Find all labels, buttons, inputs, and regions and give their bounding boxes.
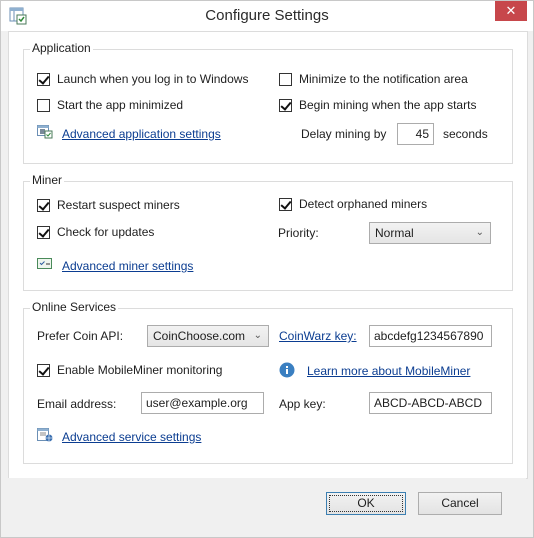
checkbox-label: Start the app minimized [57,98,184,112]
email-address-label: Email address: [37,397,117,411]
coinwarz-key-input[interactable]: abcdefg1234567890 [369,325,492,347]
coin-api-selected-value: CoinChoose.com [153,329,246,343]
app-key-input[interactable]: ABCD-ABCD-ABCD [369,392,492,414]
application-group: Application Launch when you log in to Wi… [23,41,513,164]
info-icon [279,362,295,378]
checkbox-label: Detect orphaned miners [299,197,428,211]
enable-mobileminer-checkbox[interactable]: Enable MobileMiner monitoring [37,363,222,377]
prefer-coin-api-label: Prefer Coin API: [37,329,124,343]
configure-settings-dialog: Configure Settings ✕ Application Launch … [0,0,534,538]
online-services-group: Online Services Prefer Coin API: CoinCho… [23,300,513,464]
checkbox-box[interactable] [279,197,292,211]
service-settings-icon [37,428,53,442]
delay-mining-input[interactable]: 45 [397,123,434,145]
dialog-footer: OK Cancel [8,478,526,530]
settings-content: Application Launch when you log in to Wi… [8,31,528,479]
start-minimized-checkbox[interactable]: Start the app minimized [37,98,183,112]
online-services-group-label: Online Services [30,300,119,314]
checkbox-label: Enable MobileMiner monitoring [57,363,223,377]
checkbox-box[interactable] [37,98,50,112]
miner-group-label: Miner [30,173,65,187]
chevron-down-icon: ⌄ [253,330,262,341]
check-for-updates-checkbox[interactable]: Check for updates [37,225,154,239]
checkbox-label: Check for updates [57,225,155,239]
chevron-down-icon: ⌄ [475,227,484,238]
ok-button[interactable]: OK [326,492,406,515]
window-title: Configure Settings [205,7,329,24]
detect-orphaned-miners-checkbox[interactable]: Detect orphaned miners [279,197,427,211]
checkbox-label: Restart suspect miners [57,198,180,212]
application-group-label: Application [30,41,93,55]
checkbox-label: Minimize to the notification area [299,72,468,86]
checkbox-label: Begin mining when the app starts [299,98,477,112]
coin-api-dropdown[interactable]: CoinChoose.com ⌄ [147,325,269,347]
miner-settings-icon [37,258,52,269]
app-key-label: App key: [279,397,326,411]
minimize-to-tray-checkbox[interactable]: Minimize to the notification area [279,72,468,86]
checkbox-box[interactable] [37,198,50,212]
miner-group: Miner Restart suspect miners Check for u… [23,173,513,291]
advanced-service-settings-link[interactable]: Advanced service settings [62,430,201,444]
priority-selected-value: Normal [375,226,414,240]
priority-label: Priority: [278,226,319,240]
close-button[interactable]: ✕ [495,1,527,21]
advanced-application-settings-link[interactable]: Advanced application settings [62,127,221,141]
checkbox-box[interactable] [279,72,292,86]
title-bar: Configure Settings ✕ [1,1,533,31]
cancel-button[interactable]: Cancel [418,492,502,515]
application-settings-icon [37,125,53,139]
email-address-input[interactable]: user@example.org [141,392,264,414]
coinwarz-key-link[interactable]: CoinWarz key: [279,329,357,343]
checkbox-box[interactable] [37,225,50,239]
delay-mining-label: Delay mining by [301,127,387,141]
launch-on-login-checkbox[interactable]: Launch when you log in to Windows [37,72,248,86]
checkbox-label: Launch when you log in to Windows [57,72,249,86]
checkbox-box[interactable] [37,363,50,377]
advanced-miner-settings-link[interactable]: Advanced miner settings [62,259,193,273]
learn-more-mobileminer-link[interactable]: Learn more about MobileMiner [307,364,470,378]
restart-suspect-miners-checkbox[interactable]: Restart suspect miners [37,198,180,212]
checkbox-box[interactable] [37,72,50,86]
checkbox-box[interactable] [279,98,292,112]
priority-dropdown[interactable]: Normal ⌄ [369,222,491,244]
delay-unit-label: seconds [443,127,488,141]
begin-mining-checkbox[interactable]: Begin mining when the app starts [279,98,476,112]
